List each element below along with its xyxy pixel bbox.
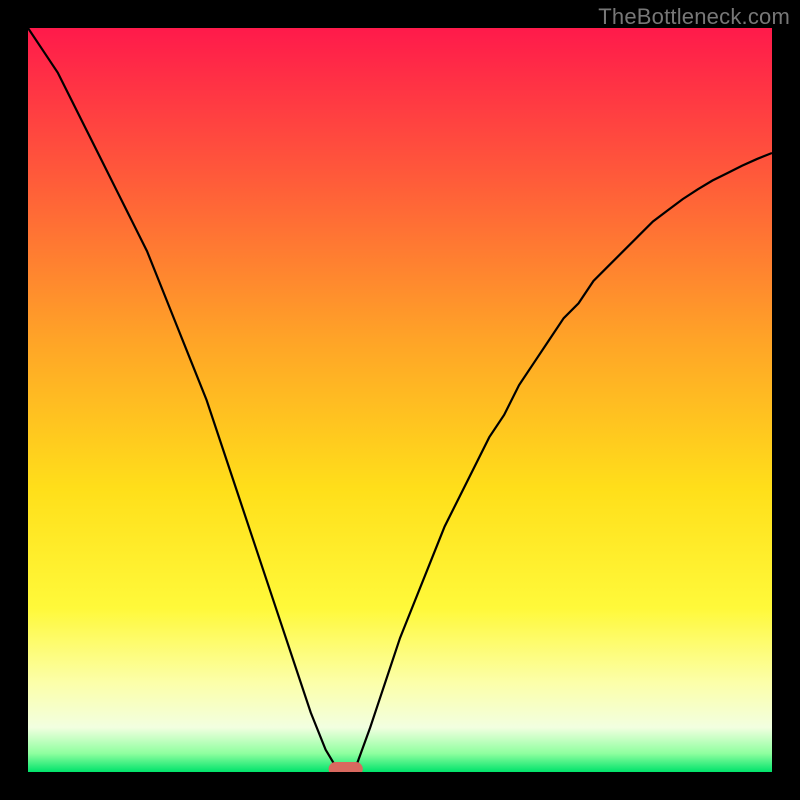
chart-svg bbox=[28, 28, 772, 772]
chart-frame: TheBottleneck.com bbox=[0, 0, 800, 800]
watermark-text: TheBottleneck.com bbox=[598, 4, 790, 30]
optimal-marker bbox=[329, 762, 363, 772]
plot-area bbox=[28, 28, 772, 772]
background-rect bbox=[28, 28, 772, 772]
